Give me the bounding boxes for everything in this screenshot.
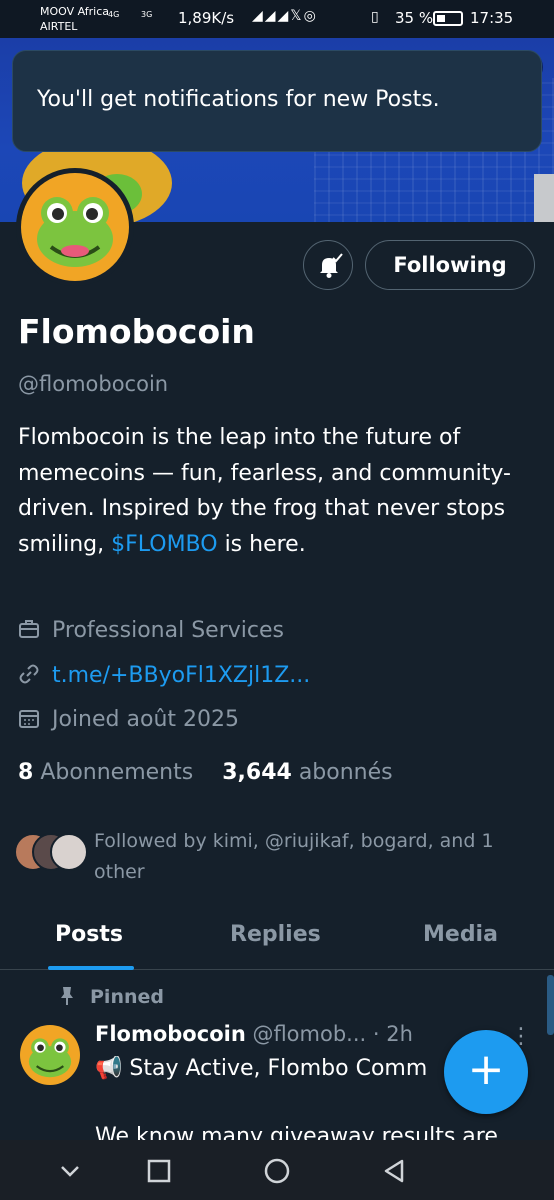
tab-replies[interactable]: Replies (230, 922, 321, 947)
active-tab-indicator (48, 966, 134, 970)
category-label: Professional Services (52, 618, 284, 643)
nav-collapse-chevron-icon[interactable] (55, 1156, 85, 1186)
profile-name: Flomobocoin (18, 312, 255, 351)
frog-avatar-image (21, 173, 129, 281)
followed-by-avatars[interactable] (14, 833, 90, 873)
network-type-2: 3G (141, 10, 153, 19)
profile-category: Professional Services (18, 618, 284, 643)
notification-icons: ◢◢◢𝕏◎ (252, 8, 318, 24)
post-text-line[interactable]: 📢 Stay Active, Flombo Comm (95, 1056, 445, 1081)
following-button[interactable]: Following (365, 240, 535, 290)
post-author-name[interactable]: Flomobocoin (95, 1022, 246, 1046)
joined-label: Joined août 2025 (52, 707, 239, 732)
bio-cashtag-link[interactable]: $FLOMBO (111, 532, 217, 557)
carrier-info: MOOV Africa AIRTEL (40, 4, 109, 34)
pin-icon (61, 987, 73, 1005)
toast-message: You'll get notifications for new Posts. (37, 87, 440, 112)
profile-link[interactable]: t.me/+BByoFl1XZjl1Z... (52, 663, 310, 688)
notifications-bell-button[interactable] (303, 240, 353, 290)
tab-posts[interactable]: Posts (55, 922, 123, 947)
followers-label: abonnés (298, 760, 393, 785)
battery-icon (433, 11, 463, 26)
tab-media[interactable]: Media (423, 922, 498, 947)
nav-home-circle-icon[interactable] (262, 1156, 292, 1186)
pinned-label: Pinned (90, 986, 164, 1008)
followers-count: 3,644 (222, 760, 292, 785)
vibrate-icon: ▯ (371, 9, 379, 25)
plus-icon: + (467, 1044, 505, 1095)
followed-by-text[interactable]: Followed by kimi, @riujikaf, bogard, and… (94, 826, 544, 888)
notification-toast: You'll get notifications for new Posts. (12, 50, 542, 152)
profile-link-row[interactable]: t.me/+BByoFl1XZjl1Z... (18, 663, 310, 688)
bio-text-end: is here. (217, 531, 306, 557)
banner-side-strip (534, 174, 554, 222)
calendar-icon (19, 710, 39, 728)
nav-back-triangle-icon[interactable] (380, 1156, 410, 1186)
nav-recents-square-icon[interactable] (144, 1156, 174, 1186)
profile-tabs: Posts Replies Media (0, 908, 554, 970)
network-type-1: 4G (108, 10, 120, 19)
status-bar: MOOV Africa AIRTEL 4G 3G 1,89K/s ◢◢◢𝕏◎ ▯… (0, 0, 554, 38)
post-author-avatar[interactable] (20, 1025, 80, 1085)
briefcase-icon (19, 620, 39, 638)
pinned-label-row: Pinned (58, 986, 164, 1008)
follower-avatar (50, 833, 88, 871)
battery-percent: 35 % (395, 9, 434, 27)
following-label: Abonnements (40, 760, 194, 785)
follow-stats: 8 Abonnements 3,644 abonnés (18, 760, 393, 785)
profile-joined: Joined août 2025 (18, 707, 239, 732)
link-icon (19, 664, 39, 684)
profile-bio: Flombocoin is the leap into the future o… (18, 420, 538, 562)
followers-stat[interactable]: 3,644 abonnés (222, 760, 392, 785)
network-speed: 1,89K/s (178, 9, 235, 27)
clock: 17:35 (470, 9, 514, 27)
compose-post-button[interactable]: + (444, 1030, 528, 1114)
profile-handle: @flomobocoin (18, 372, 169, 396)
frog-avatar-image (28, 1038, 72, 1078)
profile-avatar[interactable] (16, 168, 134, 286)
following-stat[interactable]: 8 Abonnements (18, 760, 193, 785)
carrier-2: AIRTEL (40, 20, 78, 33)
scrollbar[interactable] (547, 975, 554, 1035)
bell-check-icon (320, 253, 343, 278)
following-count: 8 (18, 760, 34, 785)
system-nav-bar (0, 1140, 554, 1200)
post-handle-time: @flomob... · 2h (252, 1022, 413, 1046)
post-text-line[interactable]: We know many giveaway results are (95, 1124, 535, 1140)
carrier-1: MOOV Africa (40, 5, 110, 18)
